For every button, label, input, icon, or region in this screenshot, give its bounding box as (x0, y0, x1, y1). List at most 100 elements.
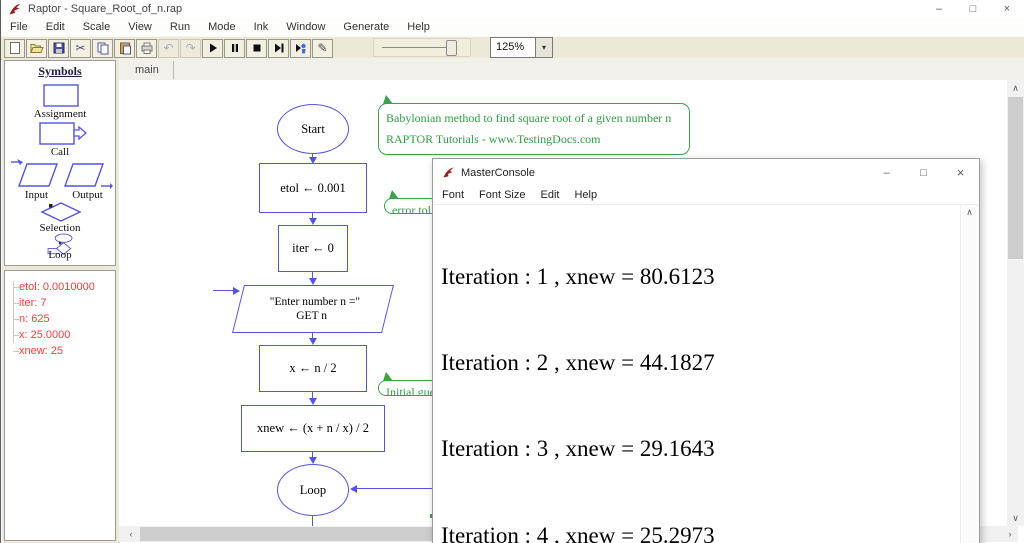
input-prompt: "Enter number n =" (269, 296, 360, 308)
console-body: Iteration : 1 , xnew = 80.6123 Iteration… (434, 204, 978, 543)
menu-ink[interactable]: Ink (245, 19, 278, 35)
scroll-up-icon[interactable]: ∧ (961, 205, 978, 220)
call-symbol[interactable] (37, 121, 89, 147)
symbols-title: Symbols (38, 64, 82, 78)
tree-connector (13, 281, 14, 343)
slider-track[interactable] (382, 47, 448, 48)
console-output: Iteration : 1 , xnew = 80.6123 Iteration… (441, 205, 957, 543)
undo-button[interactable]: ↶ (158, 38, 179, 58)
new-file-button[interactable] (4, 38, 25, 58)
scroll-up-icon[interactable]: ∧ (1007, 80, 1024, 96)
slider-handle[interactable] (446, 40, 457, 56)
watch-etol[interactable]: etol: 0.0010000 (19, 281, 95, 293)
console-menu-font-size[interactable]: Font Size (479, 189, 525, 201)
console-title-bar: MasterConsole – □ × (433, 159, 979, 186)
input-node[interactable]: "Enter number n =" GET n (232, 285, 394, 333)
scroll-left-icon[interactable]: ‹ (123, 526, 139, 542)
cut-button[interactable]: ✂ (70, 38, 91, 58)
sidebar: Symbols Assignment Call Input Output Sel… (2, 58, 120, 543)
console-menu-help[interactable]: Help (574, 189, 597, 201)
play-icon (209, 43, 217, 53)
ink-pen-button[interactable]: ✎ (312, 38, 333, 58)
console-maximize-button[interactable]: □ (905, 159, 942, 186)
paste-icon (119, 42, 131, 55)
speed-slider[interactable] (373, 38, 471, 57)
scroll-down-icon[interactable]: ∨ (1007, 510, 1024, 526)
menu-mode[interactable]: Mode (199, 19, 245, 35)
console-menu-bar: Font Font Size Edit Help (433, 186, 979, 203)
chevron-down-icon[interactable]: ▾ (535, 38, 552, 57)
console-line: Iteration : 4 , xnew = 25.2973 (441, 522, 715, 543)
watch-iter[interactable]: iter: 7 (19, 297, 47, 309)
stop-button[interactable] (246, 38, 267, 58)
zoom-select[interactable]: 125% ▾ (490, 37, 553, 58)
close-button[interactable]: × (990, 0, 1024, 18)
run-to-end-button[interactable] (290, 38, 311, 58)
console-close-button[interactable]: × (942, 159, 979, 186)
menu-window[interactable]: Window (277, 19, 334, 35)
loop-node[interactable]: Loop (277, 464, 349, 516)
minimize-button[interactable]: – (922, 0, 956, 18)
console-scrollbar[interactable]: ∧ (960, 205, 978, 543)
run-button[interactable] (202, 38, 223, 58)
console-line: Iteration : 3 , xnew = 29.1643 (441, 436, 715, 462)
arrow-right-icon (233, 286, 240, 295)
menu-generate[interactable]: Generate (334, 19, 398, 35)
arrow-left-icon (350, 484, 357, 493)
menu-edit[interactable]: Edit (37, 19, 74, 35)
start-node[interactable]: Start (277, 104, 349, 154)
watch-x[interactable]: x: 25.0000 (19, 329, 70, 341)
loopback-line (356, 488, 433, 489)
variables-panel: etol: 0.0010000 iter: 7 n: 625 x: 25.000… (4, 270, 116, 541)
horizontal-scroll-thumb[interactable] (140, 527, 437, 541)
assignment-symbol[interactable] (39, 83, 83, 109)
output-label: Output (72, 189, 103, 201)
print-button[interactable] (136, 38, 157, 58)
new-page-icon (9, 42, 20, 54)
selection-symbol[interactable] (38, 201, 84, 223)
arrow-down-icon (308, 278, 317, 285)
master-console-window: MasterConsole – □ × Font Font Size Edit … (432, 158, 980, 543)
redo-button[interactable]: ↷ (180, 38, 201, 58)
pen-icon: ✎ (317, 41, 328, 55)
input-label: Input (24, 189, 49, 201)
restore-button[interactable]: □ (956, 0, 990, 18)
arrow-down-icon (308, 338, 317, 345)
loop-label: Loop (48, 249, 72, 261)
copy-icon (97, 42, 108, 55)
watch-n[interactable]: n: 625 (19, 313, 50, 325)
vertical-scrollbar[interactable]: ∧ ∨ (1007, 80, 1024, 526)
assign-xnew-node[interactable]: xnew ← (x + n / x) / 2 (241, 405, 385, 452)
copy-button[interactable] (92, 38, 113, 58)
raptor-logo-icon (443, 167, 454, 178)
window-title: Raptor - Square_Root_of_n.rap (28, 3, 183, 15)
vertical-scroll-thumb[interactable] (1008, 97, 1023, 259)
assign-x-node[interactable]: x ← n / 2 (259, 345, 367, 392)
pause-button[interactable] (224, 38, 245, 58)
paste-button[interactable] (114, 38, 135, 58)
input-arrow-line (213, 290, 233, 291)
save-button[interactable] (48, 38, 69, 58)
step-button[interactable] (268, 38, 289, 58)
menu-view[interactable]: View (119, 19, 161, 35)
tab-main[interactable]: main (125, 61, 174, 79)
assign-iter-node[interactable]: iter ← 0 (278, 225, 348, 272)
tab-strip: main (119, 58, 1024, 81)
raptor-window: Raptor - Square_Root_of_n.rap – □ × File… (0, 0, 1024, 543)
assign-etol-node[interactable]: etol ← 0.001 (259, 163, 367, 213)
input-symbol[interactable] (9, 157, 61, 191)
open-file-button[interactable] (26, 38, 47, 58)
console-menu-edit[interactable]: Edit (540, 189, 559, 201)
watch-xnew[interactable]: xnew: 25 (19, 345, 63, 357)
menu-help[interactable]: Help (398, 19, 439, 35)
title-bar: Raptor - Square_Root_of_n.rap – □ × (1, 0, 1024, 18)
console-menu-font[interactable]: Font (442, 189, 464, 201)
menu-run[interactable]: Run (161, 19, 199, 35)
menu-file[interactable]: File (1, 19, 37, 35)
console-minimize-button[interactable]: – (868, 159, 905, 186)
output-symbol[interactable] (61, 157, 113, 191)
menu-scale[interactable]: Scale (74, 19, 120, 35)
open-folder-icon (29, 44, 44, 53)
scroll-right-icon[interactable]: › (1002, 526, 1018, 542)
header-comment[interactable]: Babylonian method to find square root of… (378, 103, 690, 155)
